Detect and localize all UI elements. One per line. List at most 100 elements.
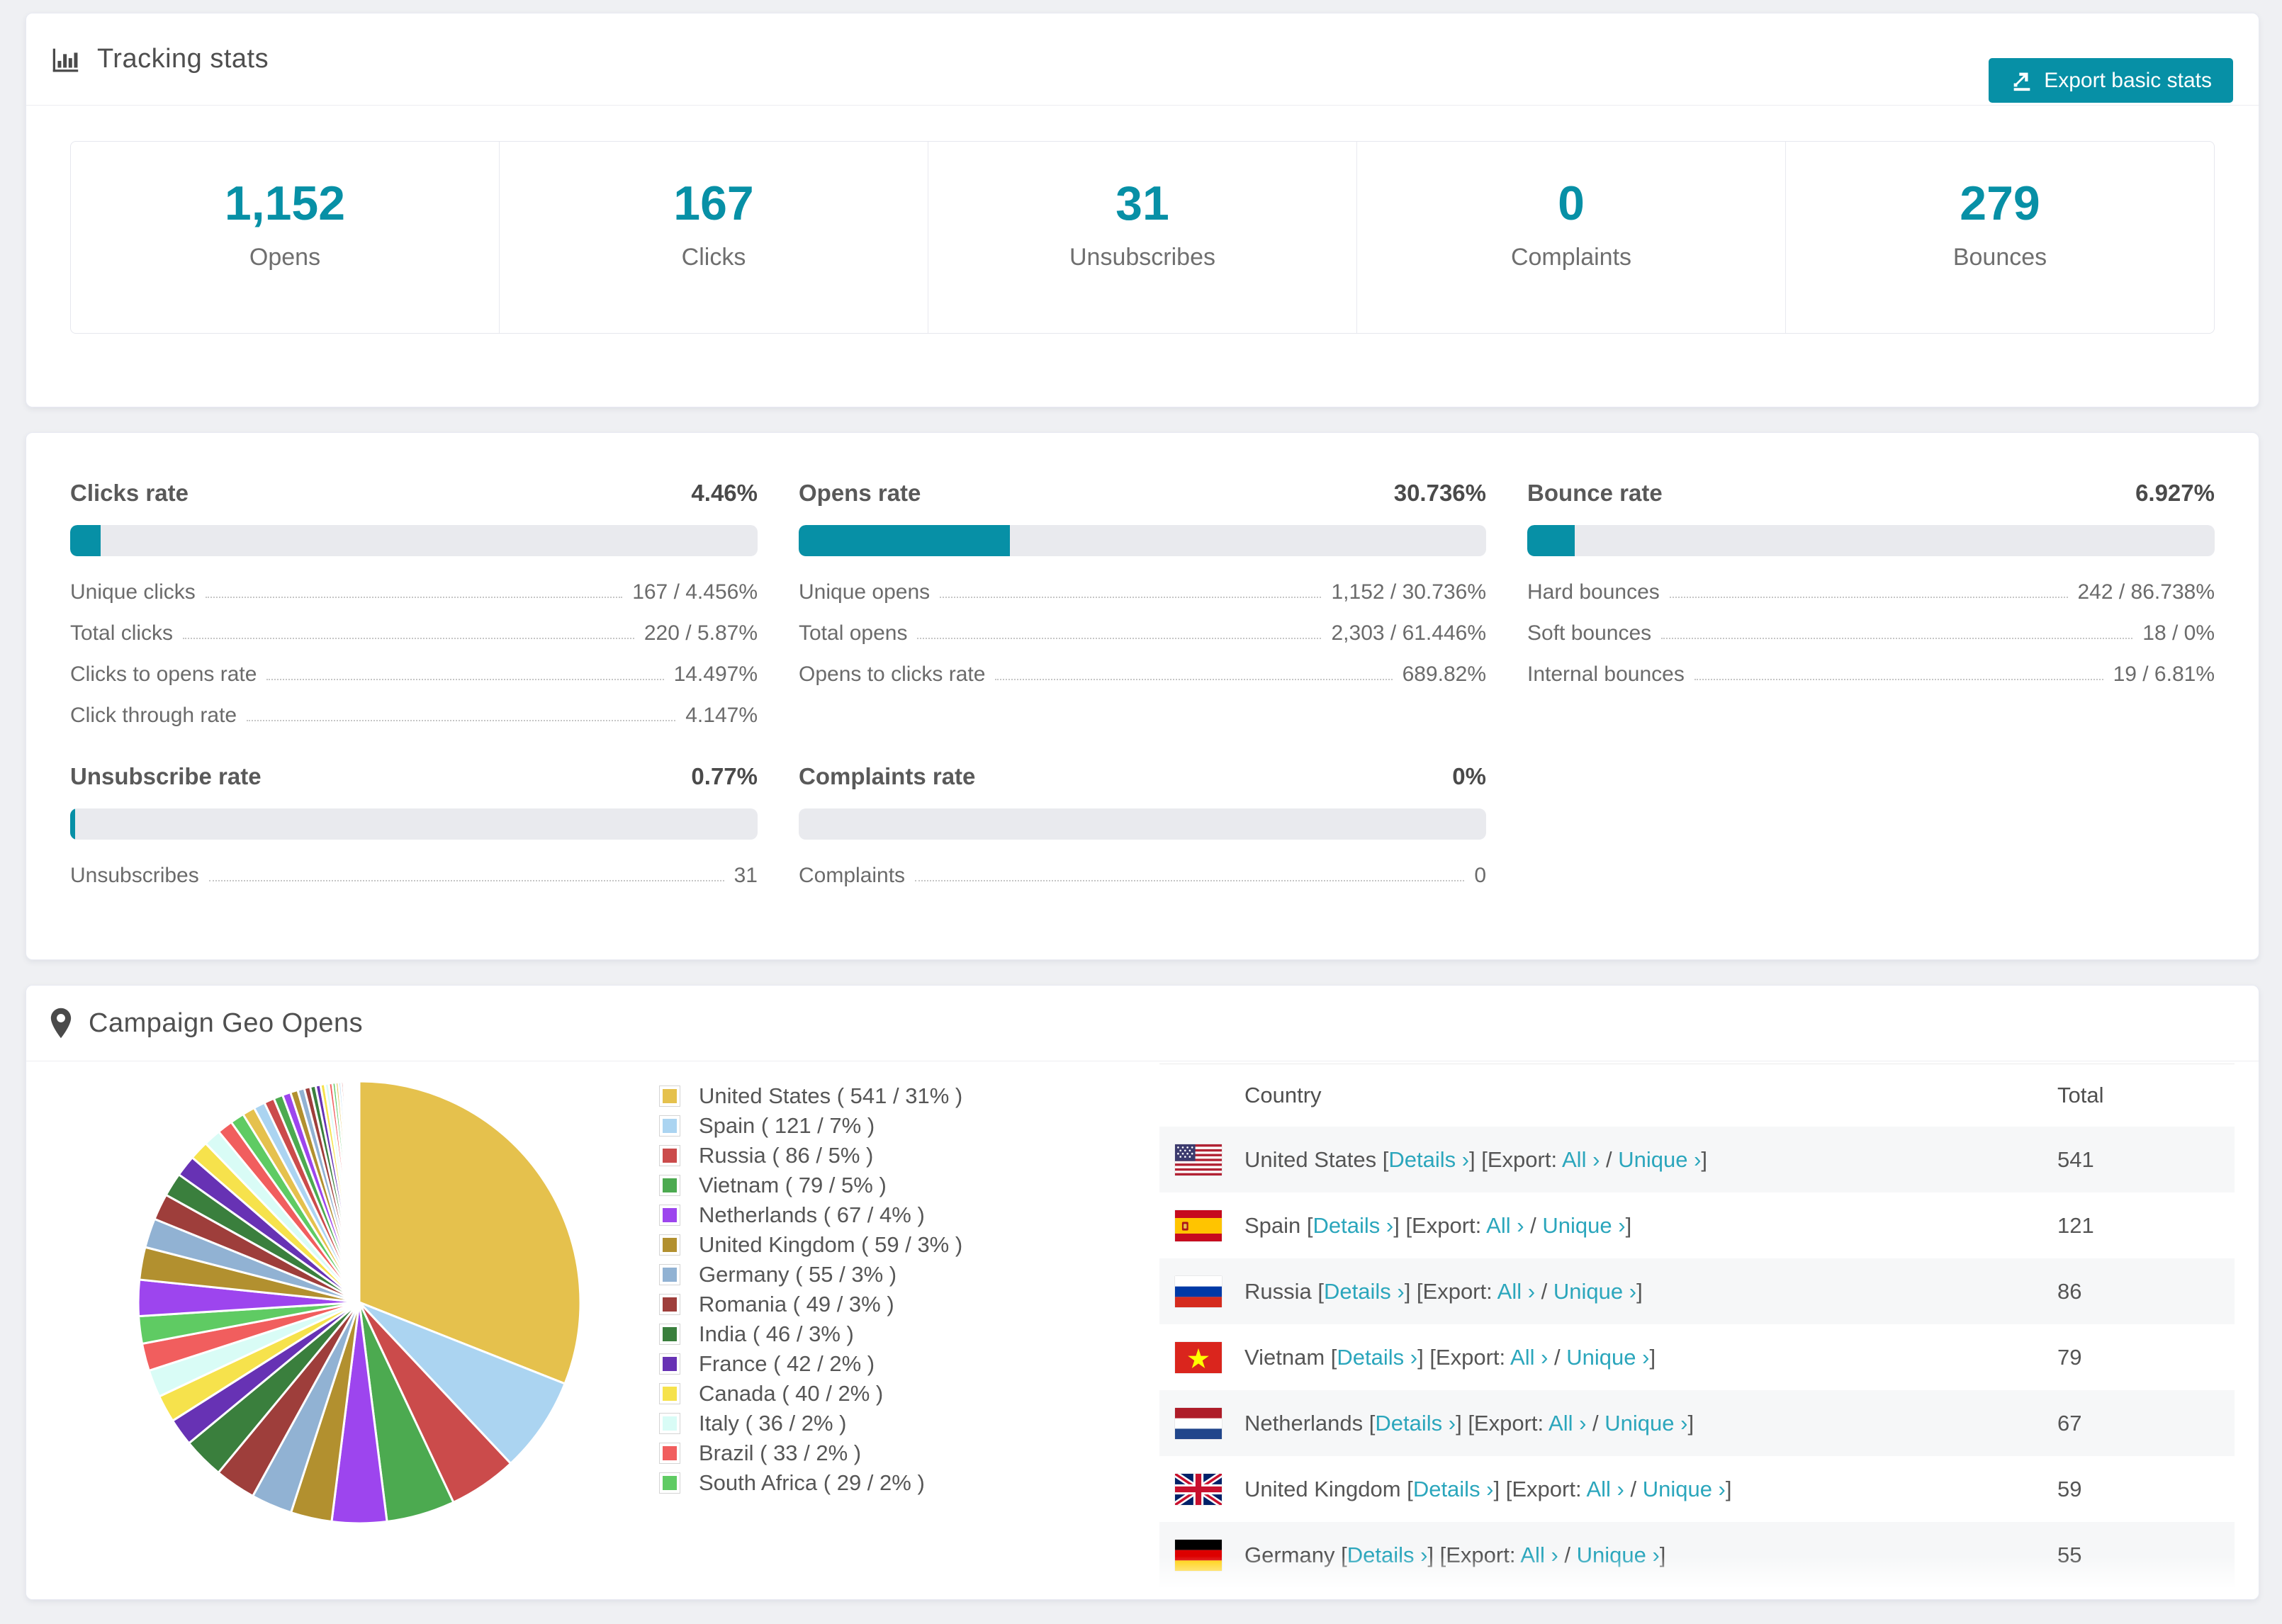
detail-label: Internal bounces bbox=[1527, 662, 1685, 686]
campaign-geo-opens-card: Campaign Geo Opens United States ( 541 /… bbox=[26, 985, 2259, 1600]
legend-item[interactable]: France ( 42 / 2% ) bbox=[659, 1349, 962, 1379]
table-row-text: / bbox=[1558, 1542, 1577, 1567]
total-value: 121 bbox=[2057, 1212, 2094, 1238]
export-all-link[interactable]: All › bbox=[1520, 1543, 1558, 1567]
geo-title: Campaign Geo Opens bbox=[89, 1008, 364, 1038]
geo-table: Country Total United States [Details ›] … bbox=[1159, 1064, 2235, 1588]
detail-label: Complaints bbox=[799, 864, 906, 887]
table-row-text: ] bbox=[1649, 1344, 1656, 1370]
detail-value: 4.147% bbox=[685, 704, 758, 727]
table-row: Russia [Details ›] [Export: All › / Uniq… bbox=[1159, 1258, 2235, 1324]
table-row-text: / bbox=[1548, 1344, 1567, 1370]
table-row-text: United Kingdom [ bbox=[1244, 1476, 1413, 1501]
table-row-text: ] [Export: bbox=[1469, 1146, 1562, 1172]
table-row-text: ] bbox=[1701, 1146, 1708, 1172]
export-all-link[interactable]: All › bbox=[1486, 1213, 1524, 1238]
detail-row: Unique opens 1,152 / 30.736% bbox=[799, 580, 1486, 604]
rate-block: Unsubscribe rate 0.77% Unsubscribes 31 bbox=[70, 763, 758, 905]
detail-value: 2,303 / 61.446% bbox=[1331, 621, 1486, 645]
legend-item[interactable]: United States ( 541 / 31% ) bbox=[659, 1081, 962, 1111]
table-row-text: Russia [ bbox=[1244, 1278, 1324, 1304]
rate-value: 0.77% bbox=[691, 763, 758, 789]
legend-swatch bbox=[659, 1115, 680, 1137]
dotted-leader bbox=[205, 597, 623, 598]
export-basic-stats-button[interactable]: Export basic stats bbox=[1989, 58, 2233, 103]
dotted-leader bbox=[1661, 638, 2133, 639]
stats-box: 1,152 Opens 167 Clicks 31 Unsubscribes 0 Compla… bbox=[70, 141, 2215, 334]
export-unique-link[interactable]: Unique › bbox=[1618, 1147, 1701, 1172]
export-all-link[interactable]: All › bbox=[1510, 1345, 1548, 1370]
details-link[interactable]: Details › bbox=[1313, 1213, 1394, 1238]
total-value: 67 bbox=[2057, 1410, 2082, 1436]
detail-row: Complaints 0 bbox=[799, 864, 1486, 888]
table-row-text: Netherlands [ bbox=[1244, 1410, 1376, 1436]
details-link[interactable]: Details › bbox=[1375, 1411, 1456, 1436]
stat-label: Complaints bbox=[1510, 243, 1632, 271]
legend-label: Canada ( 40 / 2% ) bbox=[699, 1381, 884, 1406]
export-unique-link[interactable]: Unique › bbox=[1643, 1477, 1726, 1501]
geo-body: United States ( 541 / 31% ) Spain ( 121 /… bbox=[26, 1061, 2259, 1599]
detail-value: 242 / 86.738% bbox=[2077, 580, 2215, 604]
detail-label: Unique opens bbox=[799, 580, 931, 604]
details-link[interactable]: Details › bbox=[1324, 1279, 1405, 1304]
progress-bar bbox=[1527, 525, 2215, 556]
flag-united-kingdom-icon bbox=[1159, 1473, 1244, 1505]
legend-swatch bbox=[659, 1443, 680, 1464]
detail-row: Click through rate 4.147% bbox=[70, 704, 758, 728]
legend-item[interactable]: Vietnam ( 79 / 5% ) bbox=[659, 1171, 962, 1200]
details-link[interactable]: Details › bbox=[1413, 1477, 1494, 1501]
export-all-link[interactable]: All › bbox=[1586, 1477, 1624, 1501]
legend-item[interactable]: Netherlands ( 67 / 4% ) bbox=[659, 1200, 962, 1230]
stat-label: Opens bbox=[249, 243, 321, 271]
export-unique-link[interactable]: Unique › bbox=[1542, 1213, 1625, 1238]
export-all-link[interactable]: All › bbox=[1497, 1279, 1535, 1304]
details-link[interactable]: Details › bbox=[1347, 1543, 1428, 1567]
legend-item[interactable]: Canada ( 40 / 2% ) bbox=[659, 1379, 962, 1409]
export-unique-link[interactable]: Unique › bbox=[1577, 1543, 1660, 1567]
legend-item[interactable]: India ( 46 / 3% ) bbox=[659, 1319, 962, 1349]
rate-value: 6.927% bbox=[2135, 480, 2215, 506]
export-all-link[interactable]: All › bbox=[1562, 1147, 1600, 1172]
table-row-text: ] [Export: bbox=[1427, 1542, 1521, 1567]
flag-vietnam-icon bbox=[1159, 1341, 1244, 1373]
page-title: Tracking stats bbox=[97, 44, 269, 74]
legend-label: France ( 42 / 2% ) bbox=[699, 1351, 875, 1376]
legend-item[interactable]: South Africa ( 29 / 2% ) bbox=[659, 1468, 962, 1498]
export-all-link[interactable]: All › bbox=[1548, 1411, 1586, 1436]
detail-row: Soft bounces 18 / 0% bbox=[1527, 621, 2215, 645]
progress-bar-fill bbox=[70, 525, 101, 556]
detail-row: Unsubscribes 31 bbox=[70, 864, 758, 888]
table-row-text: ] bbox=[1725, 1476, 1732, 1501]
tracking-stats-card: Tracking stats Export basic stats 1,152 O… bbox=[26, 13, 2259, 407]
table-row-text: / bbox=[1624, 1476, 1643, 1501]
detail-label: Click through rate bbox=[70, 704, 237, 727]
rate-value: 30.736% bbox=[1393, 480, 1486, 506]
total-value: 541 bbox=[2057, 1146, 2094, 1172]
table-row-text: ] [Export: bbox=[1493, 1476, 1587, 1501]
export-unique-link[interactable]: Unique › bbox=[1553, 1279, 1636, 1304]
table-row-text: United States [ bbox=[1244, 1146, 1389, 1172]
legend-item[interactable]: United Kingdom ( 59 / 3% ) bbox=[659, 1230, 962, 1260]
legend-item[interactable]: Spain ( 121 / 7% ) bbox=[659, 1111, 962, 1141]
table-row: Netherlands [Details ›] [Export: All › /… bbox=[1159, 1390, 2235, 1456]
rate-title: Clicks rate bbox=[70, 480, 189, 506]
legend-item[interactable]: Romania ( 49 / 3% ) bbox=[659, 1290, 962, 1319]
details-link[interactable]: Details › bbox=[1388, 1147, 1469, 1172]
legend-swatch bbox=[659, 1353, 680, 1375]
dotted-leader bbox=[915, 880, 1465, 881]
legend-item[interactable]: Italy ( 36 / 2% ) bbox=[659, 1409, 962, 1438]
progress-bar bbox=[70, 808, 758, 840]
detail-label: Opens to clicks rate bbox=[799, 662, 986, 686]
legend-item[interactable]: Russia ( 86 / 5% ) bbox=[659, 1141, 962, 1171]
detail-row: Total opens 2,303 / 61.446% bbox=[799, 621, 1486, 645]
export-unique-link[interactable]: Unique › bbox=[1566, 1345, 1649, 1370]
country-column-header: Country bbox=[1244, 1083, 1322, 1107]
export-unique-link[interactable]: Unique › bbox=[1604, 1411, 1687, 1436]
details-link[interactable]: Details › bbox=[1337, 1345, 1417, 1370]
legend-label: Germany ( 55 / 3% ) bbox=[699, 1262, 897, 1287]
table-row: Germany [Details ›] [Export: All › / Uni… bbox=[1159, 1522, 2235, 1588]
legend-item[interactable]: Brazil ( 33 / 2% ) bbox=[659, 1438, 962, 1468]
legend-item[interactable]: Germany ( 55 / 3% ) bbox=[659, 1260, 962, 1290]
geo-table-rows: United States [Details ›] [Export: All ›… bbox=[1159, 1127, 2235, 1588]
progress-bar-fill bbox=[799, 525, 1011, 556]
